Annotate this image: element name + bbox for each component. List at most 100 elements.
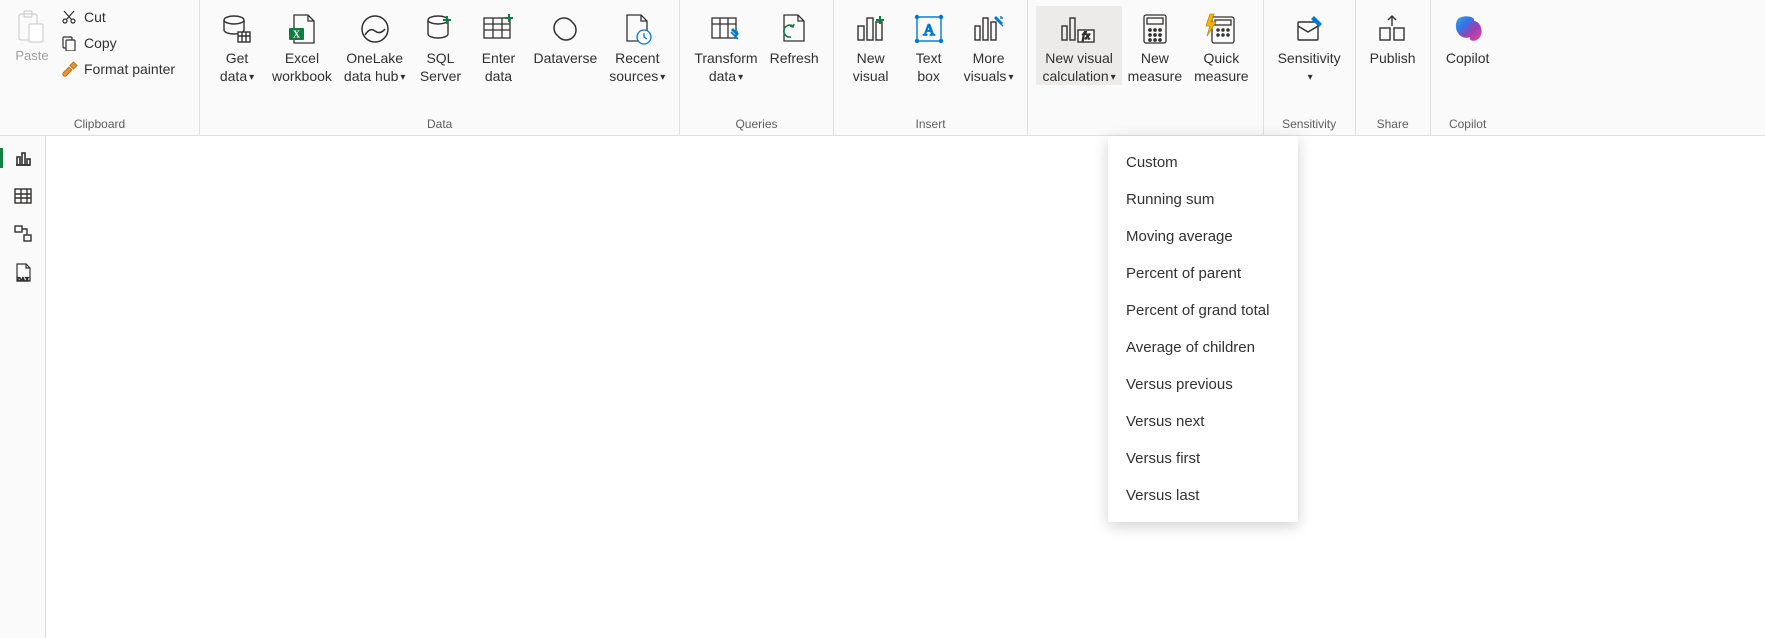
dd-item-moving-average[interactable]: Moving average [1108,218,1298,255]
recent-icon [620,8,654,50]
calculator-icon [1140,8,1170,50]
new-visual-button[interactable]: New visual [842,6,900,85]
group-label-clipboard: Clipboard [8,115,191,135]
dax-icon: DAX [13,262,33,284]
paste-label: Paste [15,48,48,63]
group-data: Get data▾ X Excel workbook OneLake data … [200,0,680,135]
group-queries: Transform data▾ Refresh Queries [680,0,833,135]
sql-server-button[interactable]: SQL Server [411,6,469,85]
sensitivity-icon [1292,8,1326,50]
report-view-button[interactable] [0,148,46,168]
workspace: DAX Custom Running sum Moving average Pe… [0,136,1765,638]
more-visuals-icon [972,8,1006,50]
table-view-button[interactable] [0,186,46,206]
quick-measure-label: Quick measure [1194,50,1248,85]
dd-item-running-sum[interactable]: Running sum [1108,181,1298,218]
copilot-icon [1452,8,1484,50]
group-label-queries: Queries [688,115,824,135]
transform-data-label: Transform data [694,50,757,84]
chevron-down-icon: ▾ [1111,72,1116,85]
cut-label: Cut [84,9,106,25]
report-canvas[interactable]: Custom Running sum Moving average Percen… [46,136,1765,638]
paste-button: Paste [8,6,56,63]
onelake-button[interactable]: OneLake data hub▾ [338,6,412,85]
copy-label: Copy [84,35,117,51]
chevron-down-icon: ▾ [1008,72,1013,85]
dd-item-percent-parent[interactable]: Percent of parent [1108,255,1298,292]
dax-view-button[interactable]: DAX [0,262,46,284]
model-view-button[interactable] [0,224,46,244]
group-label-share: Share [1364,115,1422,135]
format-painter-button[interactable]: Format painter [60,60,175,78]
copy-button[interactable]: Copy [60,34,175,52]
new-visual-calc-label: New visual calculation [1042,50,1112,84]
group-label-data: Data [208,115,671,135]
chevron-down-icon: ▾ [249,72,254,85]
cut-button[interactable]: Cut [60,8,175,26]
table-view-icon [13,186,33,206]
dd-item-percent-grand-total[interactable]: Percent of grand total [1108,292,1298,329]
new-measure-button[interactable]: New measure [1122,6,1188,85]
text-box-label: Text box [916,50,942,85]
publish-button[interactable]: Publish [1364,6,1422,68]
group-clipboard: Paste Cut Copy [0,0,200,135]
dataverse-icon [548,8,582,50]
get-data-button[interactable]: Get data▾ [208,6,266,85]
chevron-down-icon: ▾ [738,72,743,85]
svg-text:A: A [923,22,935,39]
text-box-button[interactable]: A Text box [900,6,958,85]
get-data-label: Get data [220,50,248,84]
more-visuals-label: More visuals [964,50,1007,84]
sql-icon [423,8,457,50]
dd-item-versus-first[interactable]: Versus first [1108,440,1298,477]
paintbrush-icon [60,60,78,78]
quick-measure-button[interactable]: Quick measure [1188,6,1254,85]
text-box-icon: A [912,8,946,50]
visual-calc-dropdown: Custom Running sum Moving average Percen… [1108,136,1298,522]
database-icon [220,8,254,50]
table-icon [481,8,515,50]
excel-workbook-button[interactable]: X Excel workbook [266,6,338,85]
sensitivity-button[interactable]: Sensitivity▾ [1272,6,1347,85]
model-view-icon [13,224,33,244]
group-copilot: Copilot Copilot [1431,0,1505,135]
transform-data-button[interactable]: Transform data▾ [688,6,763,85]
recent-sources-button[interactable]: Recent sources▾ [603,6,671,85]
view-rail: DAX [0,136,46,638]
paste-icon [14,6,50,48]
dataverse-button[interactable]: Dataverse [527,6,603,68]
group-insert: New visual A Text box More visuals▾ Inse… [834,0,1029,135]
group-label-insert: Insert [842,115,1020,135]
sensitivity-label: Sensitivity [1278,50,1341,66]
onelake-label: OneLake data hub [344,50,403,84]
refresh-button[interactable]: Refresh [764,6,825,68]
enter-data-button[interactable]: Enter data [469,6,527,85]
group-sensitivity: Sensitivity▾ Sensitivity [1264,0,1356,135]
visual-fx-icon: fx [1059,8,1099,50]
transform-icon [709,8,743,50]
dd-item-average-children[interactable]: Average of children [1108,329,1298,366]
quick-calc-icon [1204,8,1238,50]
ribbon: Paste Cut Copy [0,0,1765,136]
dd-item-versus-next[interactable]: Versus next [1108,403,1298,440]
enter-data-label: Enter data [482,50,515,85]
group-label-sensitivity: Sensitivity [1272,115,1347,135]
refresh-label: Refresh [770,50,819,68]
publish-label: Publish [1370,50,1416,68]
format-painter-label: Format painter [84,61,175,77]
new-visual-calc-button[interactable]: fx New visual calculation▾ [1036,6,1121,85]
new-measure-label: New measure [1128,50,1182,85]
group-share: Publish Share [1356,0,1431,135]
chevron-down-icon: ▾ [660,72,665,85]
publish-icon [1376,8,1410,50]
group-label-copilot: Copilot [1439,115,1497,135]
more-visuals-button[interactable]: More visuals▾ [958,6,1020,85]
refresh-icon [777,8,811,50]
excel-workbook-label: Excel workbook [272,50,332,85]
dd-item-custom[interactable]: Custom [1108,144,1298,181]
svg-text:DAX: DAX [17,277,29,283]
dd-item-versus-previous[interactable]: Versus previous [1108,366,1298,403]
copilot-button[interactable]: Copilot [1439,6,1497,68]
dataverse-label: Dataverse [533,50,597,68]
dd-item-versus-last[interactable]: Versus last [1108,477,1298,514]
